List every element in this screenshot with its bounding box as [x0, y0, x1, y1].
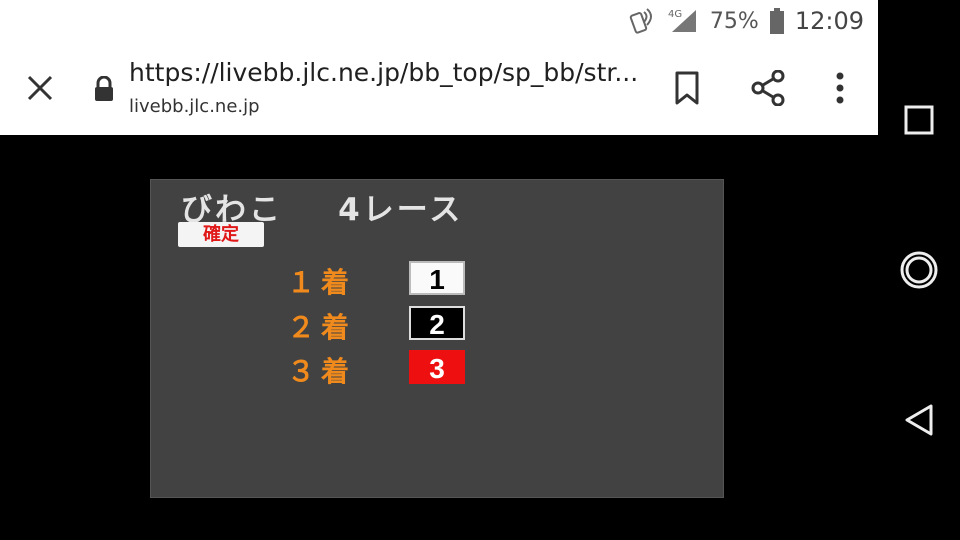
battery-percent: 75% — [709, 8, 759, 34]
browser-toolbar: https://livebb.jlc.ne.jp/bb_top/sp_bb/st… — [0, 42, 878, 135]
boat-number: 3 — [409, 350, 465, 384]
boat-number: 1 — [409, 261, 465, 295]
bookmark-button[interactable] — [670, 70, 704, 106]
status-icons: 4G 75% 12:09 — [628, 6, 864, 36]
place-label: ３着 — [287, 355, 356, 388]
close-icon — [27, 75, 53, 101]
url-text[interactable]: https://livebb.jlc.ne.jp/bb_top/sp_bb/st… — [129, 58, 649, 87]
network-type: 4G — [668, 9, 682, 20]
place-label: ２着 — [287, 311, 356, 344]
status-bar: 4G 75% 12:09 — [0, 0, 878, 42]
circle-icon — [900, 251, 938, 289]
share-button[interactable] — [748, 69, 788, 107]
place-label: １着 — [287, 266, 356, 299]
status-badge: 確定 — [178, 222, 264, 247]
clock: 12:09 — [794, 7, 864, 35]
square-icon — [904, 105, 934, 135]
navigation-bar — [878, 0, 960, 540]
race-video-panel[interactable]: びわこ 4レース 確定 １着 1 ２着 2 ３着 3 — [150, 179, 724, 498]
recents-button[interactable] — [896, 97, 942, 143]
battery-icon — [769, 8, 785, 34]
boat-number: 2 — [409, 306, 465, 340]
back-button[interactable] — [896, 397, 942, 443]
more-vert-icon — [836, 72, 844, 104]
share-icon — [751, 69, 785, 107]
signal-icon: 4G — [668, 6, 700, 36]
url-domain: livebb.jlc.ne.jp — [129, 96, 260, 117]
home-button[interactable] — [896, 247, 942, 293]
lock-icon[interactable] — [93, 75, 115, 106]
more-options-button[interactable] — [826, 68, 854, 108]
bookmark-icon — [675, 71, 699, 105]
triangle-back-icon — [905, 404, 933, 436]
race-number: 4レース — [338, 192, 464, 228]
nfc-icon — [628, 6, 658, 36]
close-button[interactable] — [22, 70, 58, 106]
